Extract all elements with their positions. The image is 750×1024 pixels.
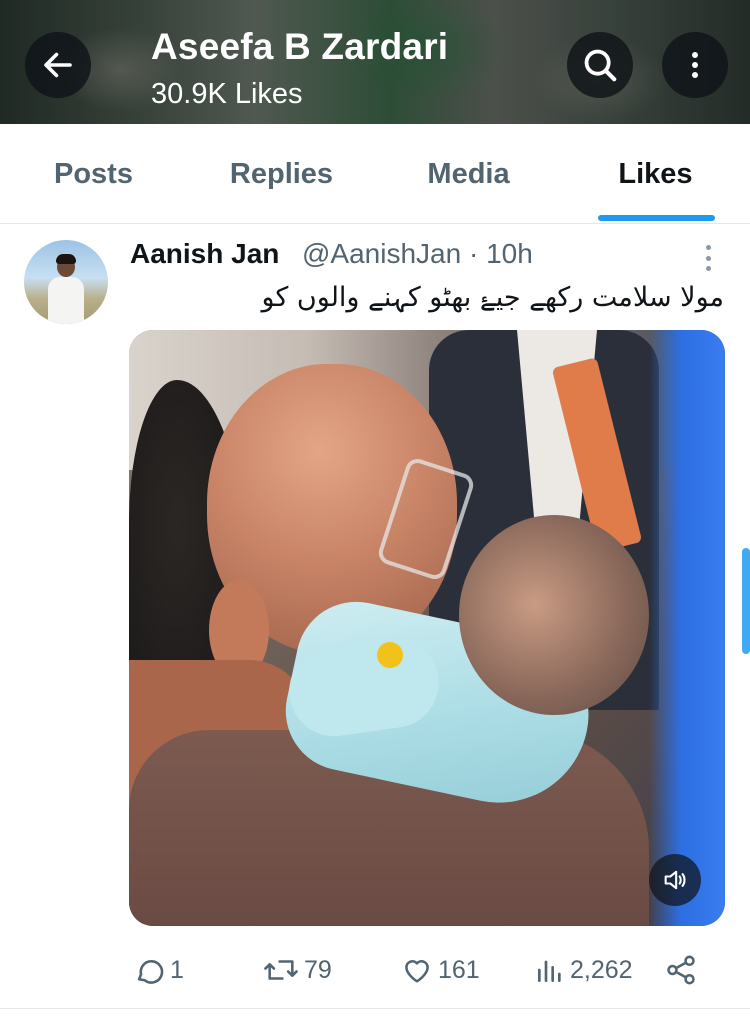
scrollbar-thumb[interactable] [742,548,750,654]
views-button[interactable]: 2,262 [534,950,633,990]
reply-count: 1 [170,955,184,984]
avatar-figure-hair [56,254,76,264]
reply-button[interactable]: 1 [132,950,184,990]
views-icon [538,960,561,982]
share-button[interactable] [664,950,698,990]
like-icon [405,960,429,983]
share-icon [667,955,695,985]
likes-count: 30.9K Likes [151,78,303,110]
tab-media[interactable]: Media [375,124,562,224]
tab-replies[interactable]: Replies [188,124,375,224]
post-more-button[interactable] [696,242,720,274]
more-icon [705,245,711,250]
post-text: مولا سلامت رکھے جیۓ بھٹو کہنے والوں کو [261,282,724,313]
avatar[interactable] [24,240,108,324]
tab-posts[interactable]: Posts [0,124,187,224]
more-options-button[interactable] [662,32,728,98]
repost-icon [264,960,298,980]
reply-icon [137,960,164,984]
active-tab-indicator [598,215,715,221]
profile-name: Aseefa B Zardari [151,26,449,67]
post-video[interactable] [129,330,725,926]
more-vertical-icon [692,52,698,78]
author-name[interactable]: Aanish Jan [130,238,279,270]
avatar-figure-body [48,277,84,324]
profile-header: Aseefa B Zardari 30.9K Likes [0,0,750,124]
repost-button[interactable]: 79 [262,950,332,990]
volume-button[interactable] [649,854,701,906]
tab-likes[interactable]: Likes [562,124,749,224]
like-count: 161 [438,955,480,984]
divider [0,1008,750,1009]
profile-tabs: Posts Replies Media Likes [0,124,750,224]
repost-count: 79 [304,955,332,984]
back-button[interactable] [25,32,91,98]
volume-icon [664,870,686,890]
search-icon [584,49,617,82]
like-button[interactable]: 161 [400,950,480,990]
back-arrow-icon [44,52,72,78]
search-button[interactable] [567,32,633,98]
view-count: 2,262 [570,955,633,984]
author-handle-time: @AanishJan · 10h [302,238,533,269]
